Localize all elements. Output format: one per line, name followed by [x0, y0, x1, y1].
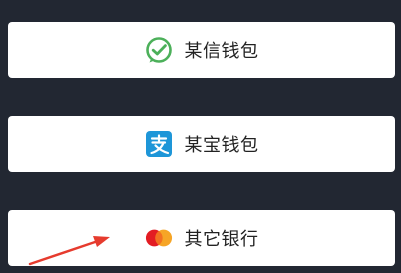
payment-method-screen: 某信钱包 某宝钱包 其它银行 — [0, 0, 401, 273]
wechat-pay-icon — [145, 36, 173, 64]
other-bank-button[interactable]: 其它银行 — [8, 210, 395, 266]
wechat-wallet-label: 某信钱包 — [184, 41, 259, 62]
other-bank-content: 其它银行 — [145, 224, 259, 252]
alipay-wallet-button[interactable]: 某宝钱包 — [8, 116, 395, 172]
alipay-icon — [145, 130, 173, 158]
wechat-wallet-button[interactable]: 某信钱包 — [8, 22, 395, 78]
other-bank-label: 其它银行 — [184, 229, 259, 250]
wechat-wallet-content: 某信钱包 — [145, 36, 259, 64]
alipay-wallet-label: 某宝钱包 — [184, 135, 259, 156]
alipay-wallet-content: 某宝钱包 — [145, 130, 259, 158]
mastercard-icon — [145, 224, 173, 252]
